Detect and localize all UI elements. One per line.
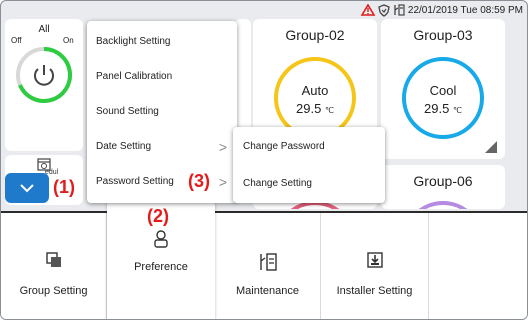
power-button[interactable] [15, 46, 73, 104]
group-name: Group-03 [413, 27, 473, 43]
chevron-right-icon: > [218, 173, 227, 190]
mode-label: Auto [301, 83, 329, 98]
preference-menu: Backlight Setting Panel Calibration Soun… [87, 21, 237, 203]
nav-maintenance[interactable]: Maintenance [215, 213, 321, 319]
preference-icon [154, 230, 168, 248]
nav-label: Installer Setting [336, 285, 413, 297]
menu-item-label: Panel Calibration [96, 71, 173, 82]
menu-item-label: Password Setting [96, 176, 174, 187]
bottom-nav: Group Setting Preference Maintenance Ins… [1, 201, 527, 319]
nav-label: Maintenance [236, 285, 299, 297]
callout-2: (2) [147, 206, 169, 226]
chevron-right-icon: > [218, 138, 227, 155]
all-label: All [38, 24, 50, 35]
nav-label: Preference [134, 261, 188, 273]
menu-item-backlight[interactable]: Backlight Setting [87, 24, 237, 59]
group-card-06[interactable]: Group-06 [381, 165, 505, 209]
all-control-panel: All Off On [5, 19, 83, 151]
status-bar: 22/01/2019 Tue 08:59 PM [360, 1, 523, 19]
app-window: 22/01/2019 Tue 08:59 PM All Off On edul [0, 0, 528, 320]
collapse-button[interactable] [5, 173, 49, 203]
submenu-item-change-setting[interactable]: Change Setting [233, 164, 385, 202]
callout-3: (3) [188, 171, 210, 191]
installer-setting-icon [366, 252, 383, 268]
maintenance-icon[interactable] [393, 4, 405, 16]
group-name: Group-02 [285, 27, 345, 43]
shield-icon[interactable] [378, 3, 390, 17]
group-card-03[interactable]: Group-03 Cool 29.5 ℃ [381, 19, 505, 159]
chevron-down-icon [20, 184, 34, 193]
nav-group-setting[interactable]: Group Setting [1, 213, 107, 319]
datetime-label: 22/01/2019 Tue 08:59 PM [407, 4, 523, 16]
menu-item-date-setting[interactable]: Date Setting > [87, 129, 237, 164]
menu-item-sound[interactable]: Sound Setting [87, 94, 237, 129]
menu-item-label: Sound Setting [96, 106, 159, 117]
status-ring [402, 201, 484, 209]
submenu-item-label: Change Password [243, 140, 325, 152]
menu-item-label: Backlight Setting [96, 36, 171, 47]
submenu-item-change-password[interactable]: Change Password [233, 127, 385, 165]
menu-item-label: Date Setting [96, 141, 152, 152]
nav-installer-setting[interactable]: Installer Setting [321, 213, 429, 319]
status-ring [402, 57, 484, 139]
temperature-label: 29.5 ℃ [296, 101, 334, 116]
maintenance-icon [259, 253, 277, 271]
group-name: Group-06 [413, 173, 473, 189]
warning-triangle-icon[interactable] [360, 4, 375, 16]
off-label: Off [11, 36, 22, 45]
nav-label: Group Setting [19, 285, 88, 297]
on-label: On [63, 36, 74, 45]
corner-resize-icon [485, 141, 497, 153]
submenu-item-label: Change Setting [243, 177, 312, 189]
password-submenu: Change Password Change Setting [233, 127, 385, 203]
callout-1: (1) [53, 177, 75, 197]
menu-item-password-setting[interactable]: Password Setting > [87, 164, 237, 199]
menu-item-panel-calibration[interactable]: Panel Calibration [87, 59, 237, 94]
card-scroll-area [509, 19, 525, 209]
mode-label: Cool [429, 83, 457, 98]
group-setting-icon [45, 252, 61, 267]
temperature-label: 29.5 ℃ [424, 101, 462, 116]
